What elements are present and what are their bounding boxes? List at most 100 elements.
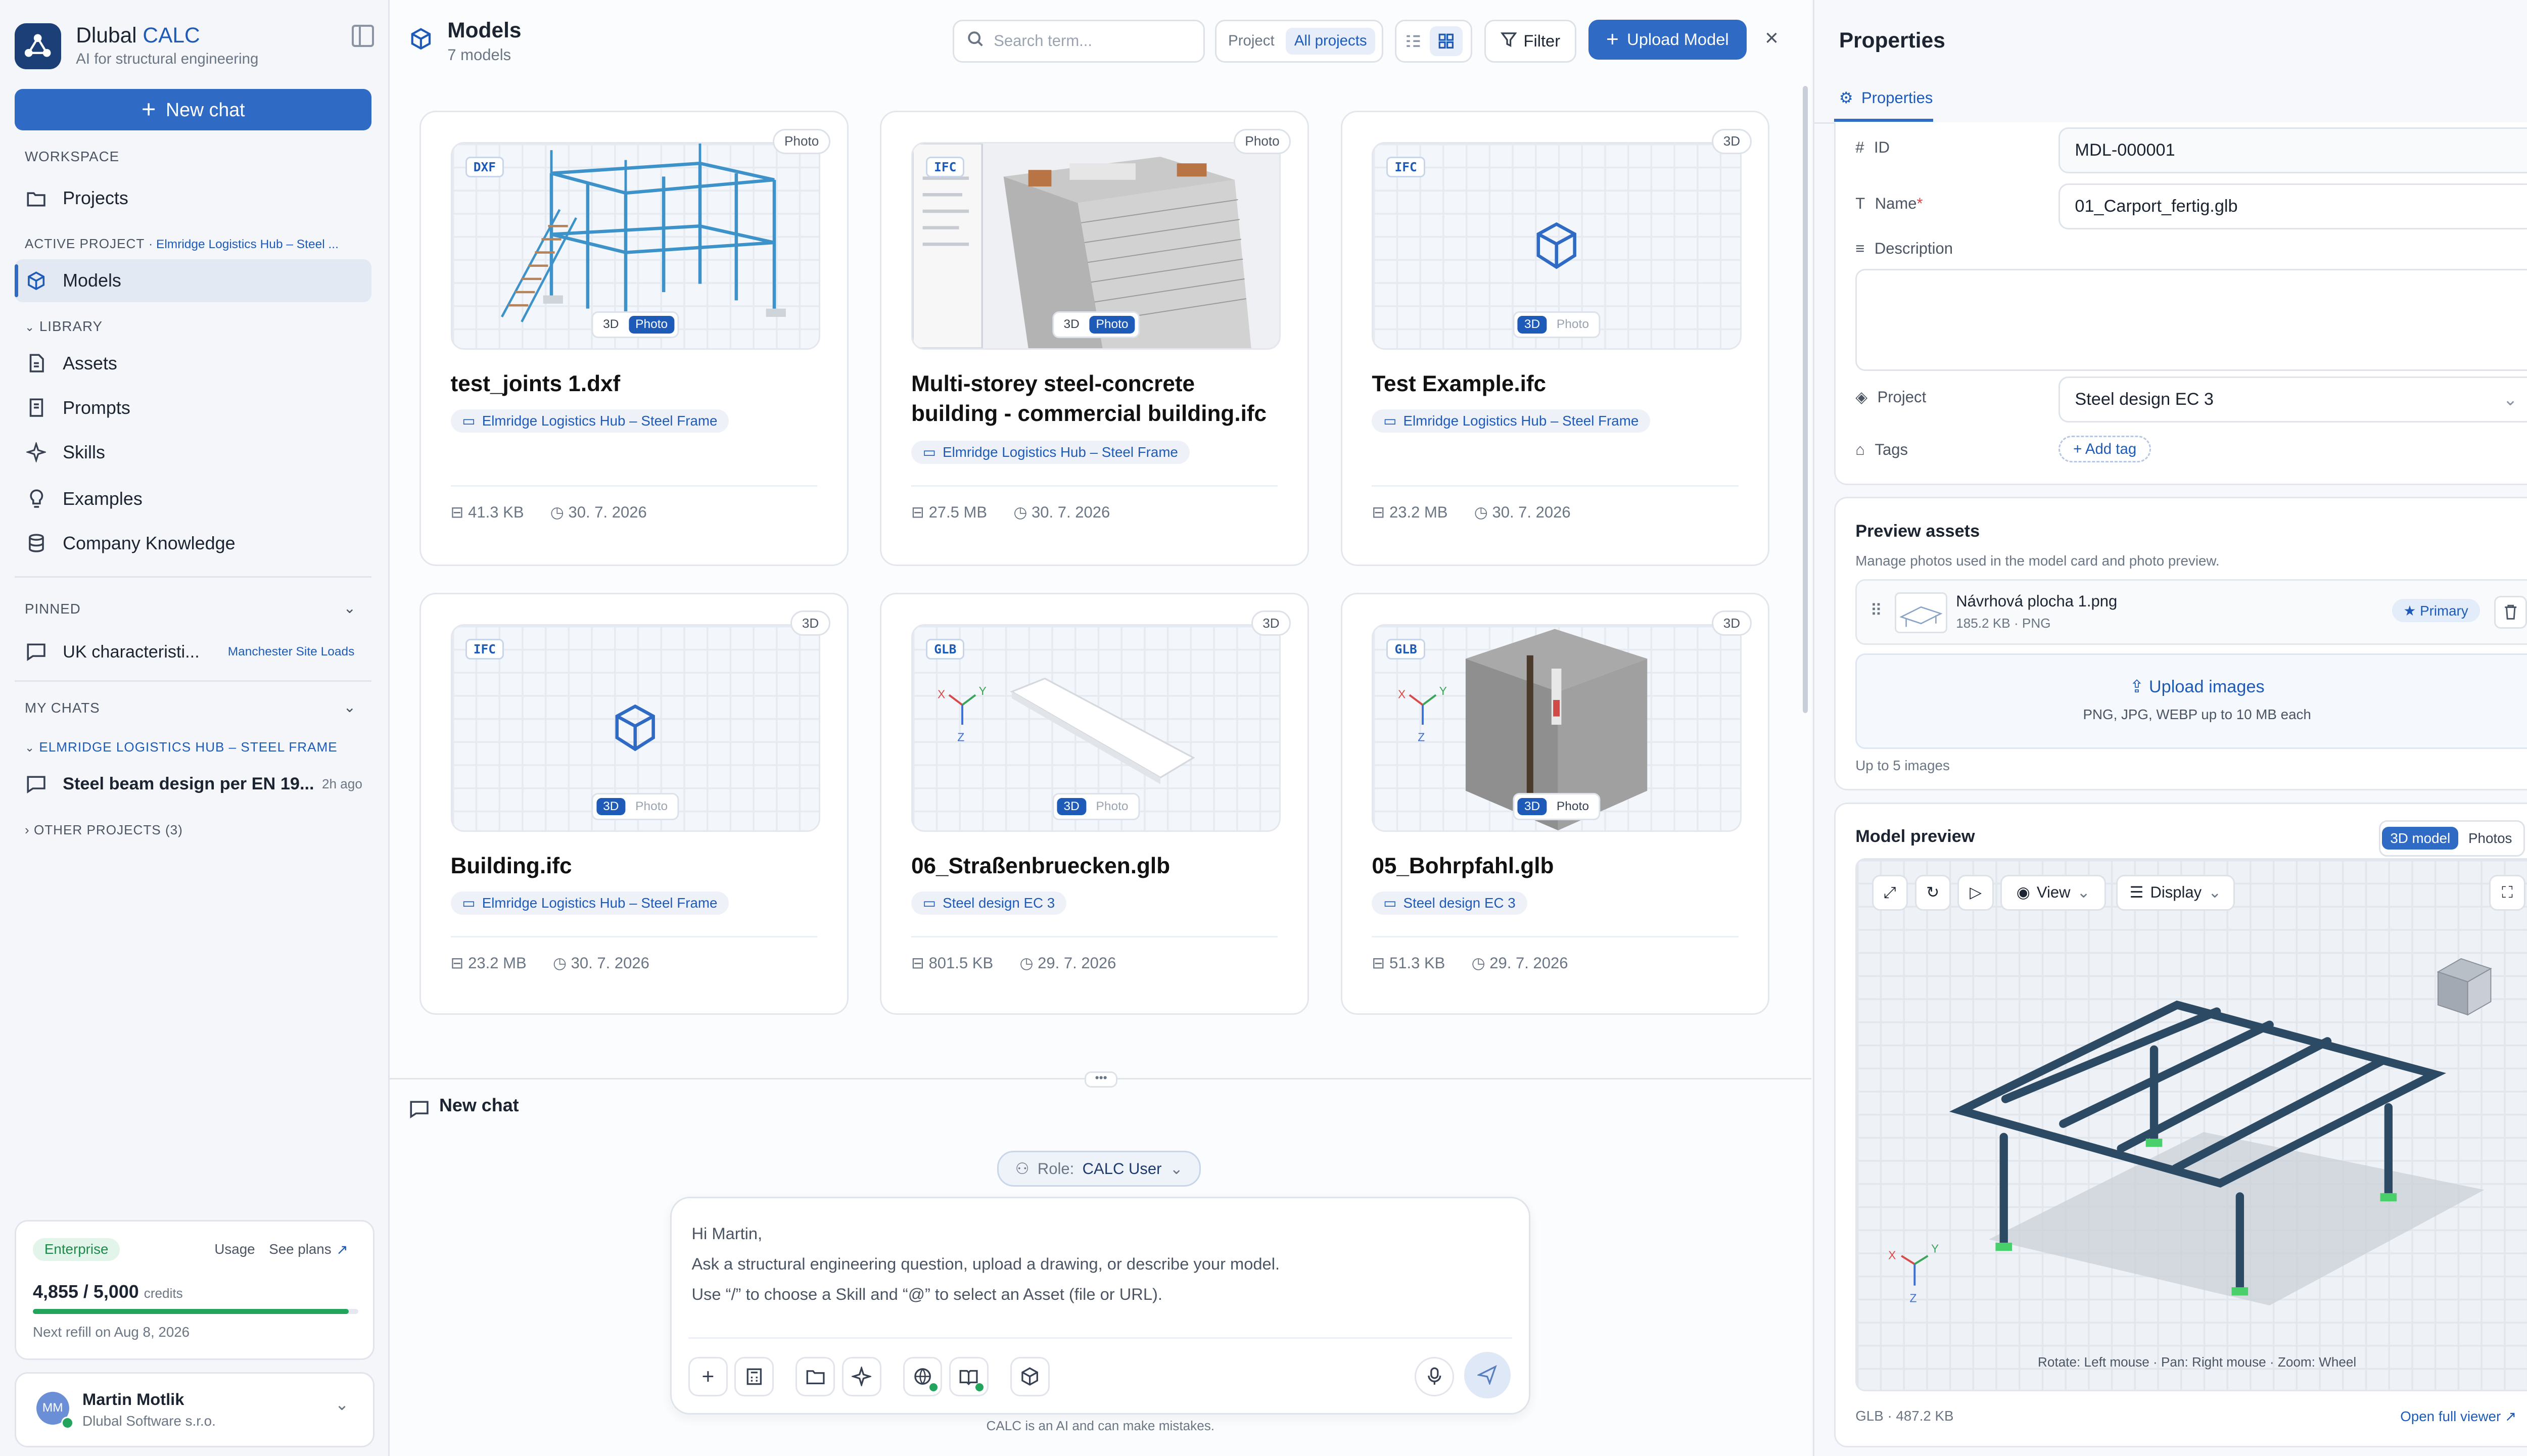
chevron-down-icon[interactable]: ⌄ <box>343 698 356 716</box>
required-marker: * <box>1916 195 1923 213</box>
add-attachment-button[interactable]: + <box>688 1356 728 1396</box>
sidebar-item-skills[interactable]: Skills <box>15 431 371 474</box>
pinned-chat-item[interactable]: UK characteristi... Manchester Site Load… <box>15 631 371 674</box>
sidebar-item-label: Skills <box>63 442 105 463</box>
upload-icon: ⇪ <box>2129 677 2144 696</box>
tab-label: Properties <box>1861 89 1933 107</box>
tab-photos[interactable]: Photos <box>2458 827 2522 850</box>
knowledge-button[interactable] <box>949 1356 989 1396</box>
user-menu[interactable]: MM Martin Motlik Dlubal Software s.r.o. … <box>15 1372 375 1448</box>
modified-date-value: 29. 7. 2026 <box>1038 954 1116 972</box>
calculator-icon <box>746 1368 762 1385</box>
name-input[interactable]: 01_Carport_fertig.glb <box>2058 183 2527 230</box>
toggle-photo[interactable]: Photo <box>1089 316 1135 334</box>
project-chip[interactable]: ▭ Elmridge Logistics Hub – Steel Frame <box>450 409 729 433</box>
close-icon[interactable]: × <box>1765 25 1779 51</box>
open-full-viewer-label: Open full viewer <box>2400 1408 2501 1425</box>
drag-handle-icon[interactable]: ••• <box>1085 1071 1117 1088</box>
project-chip[interactable]: ▭ Steel design EC 3 <box>911 891 1067 915</box>
toggle-photo[interactable]: Photo <box>629 798 674 816</box>
pinned-chat-title: UK characteristi... <box>63 642 200 662</box>
description-label-text: Description <box>1874 239 1953 257</box>
other-projects-toggle[interactable]: › OTHER PROJECTS (3) <box>25 822 183 838</box>
chat-group-toggle[interactable]: ⌄ ELMRIDGE LOGISTICS HUB – STEEL FRAME <box>25 739 338 755</box>
model-card[interactable]: X Y Z GLB 3D Photo 3D 05_Bohrpfahl.glb ▭… <box>1340 592 1770 1015</box>
toggle-3d[interactable]: 3D <box>1057 316 1086 334</box>
sidebar-item-projects[interactable]: Projects <box>15 177 371 220</box>
usage-link[interactable]: Usage <box>214 1241 255 1257</box>
model-card[interactable]: IFC 3D Photo 3D Building.ifc ▭ Elmridge L… <box>419 592 849 1015</box>
add-tag-button[interactable]: + Add tag <box>2058 436 2151 463</box>
send-button[interactable] <box>1464 1352 1511 1398</box>
collapse-sidebar-icon[interactable] <box>351 25 374 47</box>
sidebar-item-prompts[interactable]: Prompts <box>15 386 371 429</box>
divider <box>15 680 371 682</box>
drag-handle-icon[interactable]: ⠿ <box>1870 601 1882 620</box>
sidebar-item-company-knowledge[interactable]: Company Knowledge <box>15 522 371 565</box>
sidebar-item-examples[interactable]: Examples <box>15 477 371 520</box>
sidebar-item-assets[interactable]: Assets <box>15 342 371 385</box>
active-project-name[interactable]: · Elmridge Logistics Hub – Steel ... <box>149 238 339 251</box>
primary-badge[interactable]: ★ Primary <box>2392 599 2480 623</box>
model-attach-button[interactable] <box>1010 1356 1050 1396</box>
delete-asset-button[interactable] <box>2494 595 2527 629</box>
new-chat-button[interactable]: + New chat <box>15 89 371 131</box>
toggle-3d[interactable]: 3D <box>1057 797 1086 816</box>
scope-all-button[interactable]: All projects <box>1286 27 1375 55</box>
scope-project-button[interactable]: Project <box>1216 32 1286 50</box>
filter-button[interactable]: Filter <box>1484 20 1577 63</box>
calculator-button[interactable] <box>734 1356 774 1396</box>
model-card[interactable]: IFC 3D Photo 3D Test Example.ifc ▭ Elmrid… <box>1340 110 1770 566</box>
asset-row[interactable]: ⠿ Návrhová plocha 1.png 185.2 KB · PNG ★… <box>1855 579 2527 645</box>
project-chip[interactable]: ▭ Elmridge Logistics Hub – Steel Frame <box>911 440 1190 464</box>
toggle-3d[interactable]: 3D <box>596 316 625 334</box>
role-selector[interactable]: ⚇ Role: CALC User ⌄ <box>997 1150 1201 1187</box>
search-input[interactable]: Search term... <box>952 20 1205 63</box>
project-chip[interactable]: ▭ Elmridge Logistics Hub – Steel Frame <box>1372 409 1651 433</box>
toggle-3d[interactable]: 3D <box>1517 797 1547 816</box>
microphone-button[interactable] <box>1415 1356 1455 1396</box>
scrollbar[interactable] <box>1803 85 1808 714</box>
open-folder-button[interactable] <box>795 1356 835 1396</box>
lightbulb-icon <box>26 489 46 508</box>
description-textarea[interactable] <box>1855 269 2527 371</box>
model-card[interactable]: IFC 3D Photo Photo Multi-storey steel-co… <box>880 110 1309 566</box>
skills-button[interactable] <box>841 1356 881 1396</box>
chat-composer[interactable]: Hi Martin, Ask a structural engineering … <box>670 1197 1530 1415</box>
toggle-photo[interactable]: Photo <box>1550 316 1596 334</box>
3d-viewer[interactable]: ⤢ ↻ ▷ ◉ View ⌄ ☰ Display ⌄ ⛶ X Y Z Rotat… <box>1855 858 2527 1392</box>
project-chip[interactable]: ▭ Steel design EC 3 <box>1372 891 1527 915</box>
upload-images-dropzone[interactable]: ⇪ Upload images PNG, JPG, WEBP up to 10 … <box>1855 653 2527 749</box>
model-card[interactable]: X Y Z GLB 3D Photo 3D 06_Straßenbruecken… <box>880 592 1309 1015</box>
preview-type-badge: 3D <box>1712 610 1752 636</box>
web-search-button[interactable] <box>903 1356 943 1396</box>
user-name: Martin Motlik <box>82 1390 184 1409</box>
clock-icon: ◷ <box>1474 503 1488 521</box>
tags-label-text: Tags <box>1875 441 1908 459</box>
book-icon <box>960 1370 978 1385</box>
see-plans-link[interactable]: See plans ↗ <box>269 1241 348 1258</box>
svg-text:Z: Z <box>957 730 964 743</box>
library-toggle[interactable]: ⌄ LIBRARY <box>25 318 103 335</box>
model-card[interactable]: DXF 3D Photo Photo test_joints 1.dxf ▭ El… <box>419 110 849 566</box>
toggle-photo[interactable]: Photo <box>629 316 675 334</box>
app-logo[interactable] <box>15 23 61 70</box>
toggle-photo[interactable]: Photo <box>1089 798 1135 816</box>
chevron-down-icon[interactable]: ⌄ <box>343 599 356 617</box>
tab-3d-model[interactable]: 3D model <box>2382 827 2459 850</box>
project-select[interactable]: Steel design EC 3 ⌄ <box>2058 376 2527 423</box>
chat-list-item[interactable]: Steel beam design per EN 19... 2h ago <box>15 763 371 806</box>
toggle-3d[interactable]: 3D <box>1517 316 1547 334</box>
grid-view-icon[interactable] <box>1429 26 1463 56</box>
sidebar-item-models[interactable]: Models <box>15 259 371 302</box>
cube-placeholder-icon <box>1536 222 1577 269</box>
upload-model-button[interactable]: + Upload Model <box>1588 20 1747 60</box>
project-chip[interactable]: ▭ Elmridge Logistics Hub – Steel Frame <box>450 891 729 915</box>
modified-date: ◷ 29. 7. 2026 <box>1019 954 1116 972</box>
toggle-3d[interactable]: 3D <box>596 797 626 816</box>
toggle-photo[interactable]: Photo <box>1550 798 1596 816</box>
composer-placeholder[interactable]: Hi Martin, Ask a structural engineering … <box>691 1218 1280 1310</box>
tab-properties[interactable]: ⚙ Properties <box>1839 89 1933 107</box>
list-view-icon[interactable] <box>1396 33 1429 50</box>
open-full-viewer-link[interactable]: Open full viewer ↗ <box>2400 1408 2516 1425</box>
